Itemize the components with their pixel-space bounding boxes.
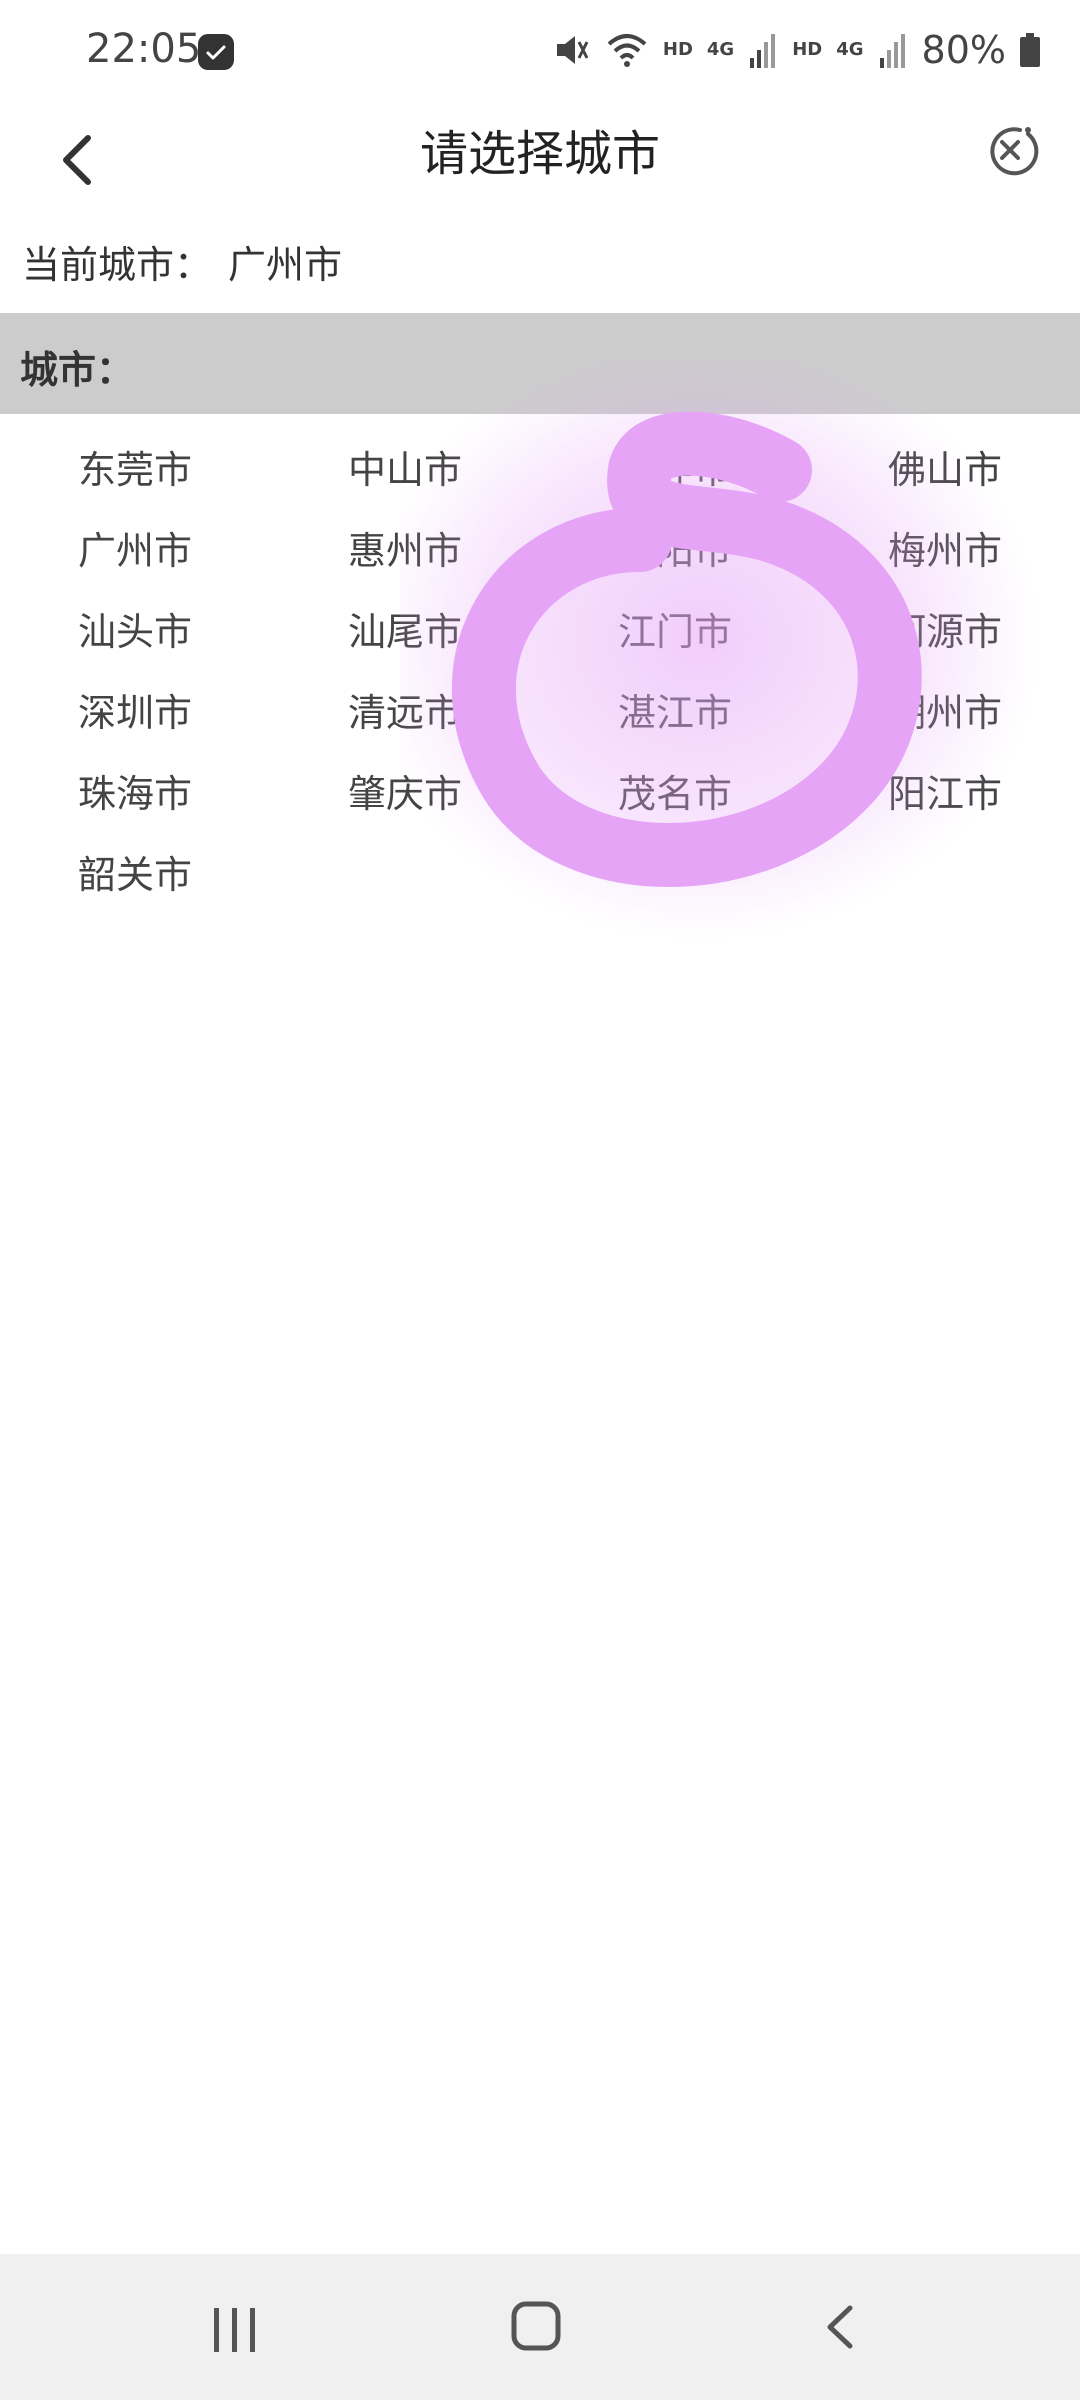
signal-icon-2 — [879, 34, 905, 68]
city-item[interactable]: 中山市 — [320, 440, 490, 500]
section-header: 城市： — [0, 313, 1080, 414]
city-item[interactable]: 惠州市 — [320, 521, 490, 581]
signal-icon — [750, 34, 776, 68]
battery-percent: 80% — [921, 28, 1006, 72]
section-title: 城市： — [20, 348, 135, 392]
system-back-button[interactable] — [820, 2302, 860, 2352]
hd-badge-2: HD — [792, 39, 823, 60]
notification-app-icon — [198, 34, 234, 70]
network-type-2: 4G — [836, 39, 864, 60]
city-item[interactable]: 广州市 — [50, 521, 220, 581]
recents-icon — [214, 2308, 255, 2352]
city-item[interactable]: 河源市 — [860, 602, 1030, 662]
city-item[interactable]: 珠海市 — [50, 764, 220, 824]
home-icon — [511, 2301, 561, 2351]
navigation-bar — [0, 2254, 1080, 2400]
city-item[interactable]: 茂名市 — [590, 764, 760, 824]
close-circle-icon — [990, 127, 1039, 176]
city-item[interactable]: 汕头市 — [50, 602, 220, 662]
city-item[interactable]: 肇庆市 — [320, 764, 490, 824]
current-city: 当前城市： 广州市 — [22, 234, 342, 289]
hd-badge: HD — [662, 39, 693, 60]
city-item[interactable]: 汕尾市 — [320, 602, 490, 662]
city-item[interactable]: 揭阳市 — [590, 521, 760, 581]
city-item[interactable]: 清远市 — [320, 683, 490, 743]
page-title: 请选择城市 — [419, 126, 660, 182]
status-bar: 22:05 HD 4G HD 4G 80% — [0, 0, 1080, 100]
city-item[interactable]: 佛山市 — [860, 440, 1030, 500]
recents-button[interactable] — [210, 2306, 260, 2354]
close-button[interactable] — [970, 110, 1050, 190]
status-icons: HD 4G HD 4G 80% — [551, 24, 1040, 76]
city-item[interactable]: 阳江市 — [860, 764, 1030, 824]
wifi-icon — [607, 34, 647, 67]
mute-icon — [556, 36, 589, 64]
city-item[interactable]: 韶关市 — [50, 845, 220, 905]
status-time: 22:05 — [86, 26, 202, 72]
city-item[interactable]: 深圳市 — [50, 683, 220, 743]
city-item[interactable]: 湛江市 — [590, 683, 760, 743]
header: 请选择城市 — [0, 100, 1080, 220]
home-button[interactable] — [510, 2300, 562, 2352]
network-type: 4G — [706, 39, 735, 60]
city-item[interactable]: 江门市 — [590, 602, 760, 662]
city-item[interactable]: 云浮市 — [590, 440, 760, 500]
current-city-value: 广州市 — [228, 243, 343, 287]
back-icon — [827, 2305, 853, 2349]
city-item[interactable]: 梅州市 — [860, 521, 1030, 581]
city-item[interactable]: 潮州市 — [860, 683, 1030, 743]
battery-icon — [1020, 33, 1040, 67]
current-city-label: 当前城市： — [22, 243, 213, 287]
city-item[interactable]: 东莞市 — [50, 440, 220, 500]
